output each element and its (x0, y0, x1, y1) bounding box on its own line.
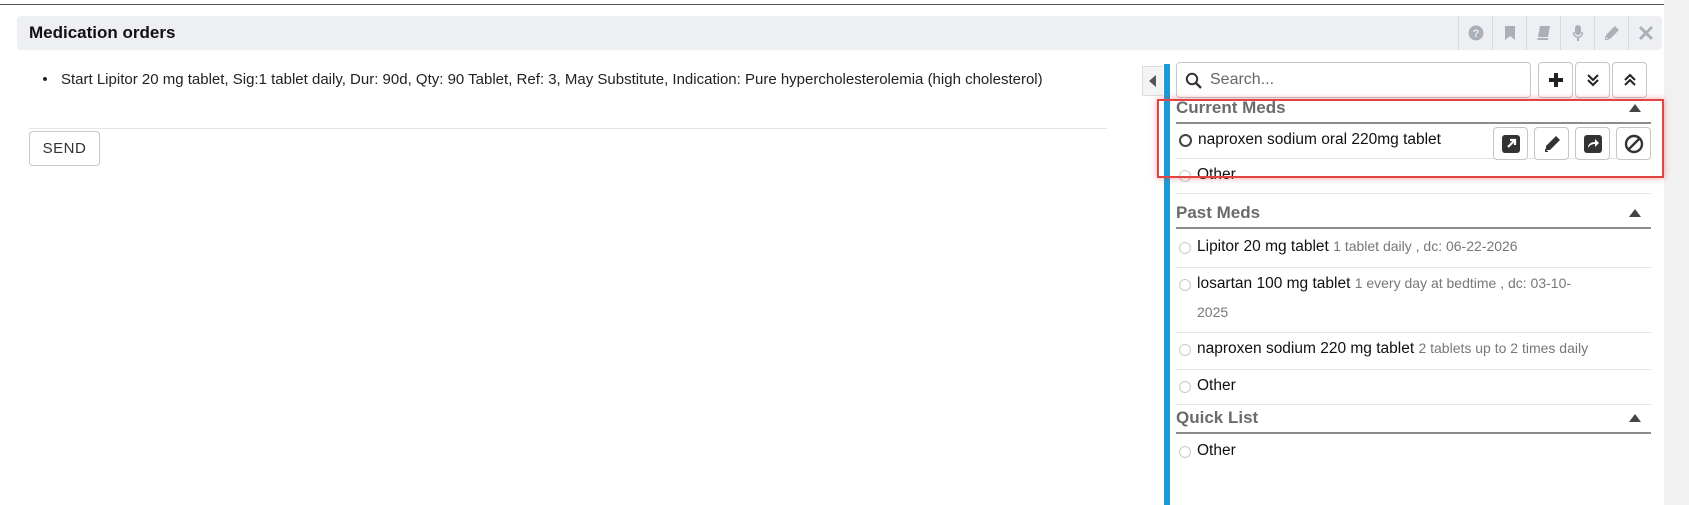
bullet: • (42, 71, 48, 88)
scrollbar-track[interactable] (1664, 0, 1689, 505)
renew-icon (1583, 134, 1602, 153)
section-title: Quick List (1176, 407, 1259, 427)
discontinue-button[interactable] (1616, 127, 1651, 160)
med-entry: losartan 100 mg tablet 1 every day at be… (1197, 269, 1597, 327)
radio-button[interactable] (1179, 170, 1191, 182)
past-med-row[interactable]: naproxen sodium 220 mg tablet 2 tablets … (1176, 334, 1651, 370)
past-med-row[interactable]: losartan 100 mg tablet 1 every day at be… (1176, 269, 1651, 333)
row-actions (1493, 127, 1651, 160)
other-label: Other (1197, 377, 1236, 394)
open-external-icon (1501, 134, 1520, 153)
med-name: naproxen sodium 220 mg tablet (1197, 340, 1415, 357)
top-rule (0, 4, 1689, 5)
radio-button[interactable] (1179, 446, 1191, 458)
past-med-row[interactable]: Lipitor 20 mg tablet 1 tablet daily , dc… (1176, 232, 1651, 268)
double-chevron-down-icon (1586, 74, 1599, 87)
caret-up-icon (1629, 103, 1641, 112)
current-med-row[interactable]: naproxen sodium oral 220mg tablet (1176, 125, 1651, 160)
caret-up-icon (1629, 208, 1641, 217)
book-icon[interactable] (1526, 16, 1560, 50)
open-external-button[interactable] (1493, 127, 1528, 160)
edit-button[interactable] (1534, 127, 1569, 160)
help-icon[interactable]: ? (1458, 16, 1492, 50)
discontinue-icon (1624, 134, 1643, 153)
med-name: naproxen sodium oral 220mg tablet (1198, 131, 1441, 148)
med-name: losartan 100 mg tablet (1197, 275, 1351, 292)
edit-icon (1544, 135, 1560, 152)
med-entry: naproxen sodium 220 mg tablet 2 tablets … (1197, 334, 1588, 363)
order-text: Start Lipitor 20 mg tablet, Sig:1 tablet… (61, 71, 1043, 88)
panel-header: Medication orders ? (17, 16, 1662, 50)
close-icon[interactable] (1628, 16, 1662, 50)
med-detail: 1 tablet daily , dc: 06-22-2026 (1333, 238, 1518, 254)
order-item: • Start Lipitor 20 mg tablet, Sig:1 tabl… (29, 66, 1107, 94)
panel-accent-bar (1164, 64, 1170, 505)
caret-up-icon (1629, 413, 1641, 422)
quick-other-row[interactable]: Other (1176, 436, 1651, 470)
radio-button[interactable] (1179, 279, 1191, 291)
send-button[interactable]: SEND (29, 131, 100, 166)
past-meds-header[interactable]: Past Meds (1176, 198, 1651, 229)
med-name: Lipitor 20 mg tablet (1197, 238, 1329, 255)
radio-button[interactable] (1179, 344, 1191, 356)
med-detail: 2 tablets up to 2 times daily (1418, 340, 1589, 356)
page-title: Medication orders (29, 23, 176, 42)
search-input[interactable] (1208, 70, 1512, 90)
header-toolbar: ? (1458, 16, 1662, 50)
radio-button[interactable] (1179, 381, 1191, 393)
pencil-icon[interactable] (1594, 16, 1628, 50)
other-label: Other (1197, 442, 1236, 459)
plus-icon (1548, 73, 1563, 87)
radio-button[interactable] (1179, 134, 1192, 147)
collapse-panel-button[interactable] (1142, 66, 1163, 96)
svg-text:?: ? (1472, 28, 1479, 40)
section-title: Past Meds (1176, 202, 1261, 222)
current-other-row[interactable]: Other (1176, 160, 1651, 194)
microphone-icon[interactable] (1560, 16, 1594, 50)
divider (29, 128, 1107, 129)
med-entry: Lipitor 20 mg tablet 1 tablet daily , dc… (1197, 232, 1518, 261)
double-chevron-up-icon (1623, 73, 1636, 86)
current-meds-header[interactable]: Current Meds (1176, 93, 1651, 124)
past-other-row[interactable]: Other (1176, 371, 1651, 405)
order-list: • Start Lipitor 20 mg tablet, Sig:1 tabl… (29, 66, 1107, 94)
renew-button[interactable] (1575, 127, 1610, 160)
caret-left-icon (1149, 75, 1156, 87)
section-title: Current Meds (1176, 97, 1286, 117)
bookmark-icon[interactable] (1492, 16, 1526, 50)
other-label: Other (1197, 166, 1236, 183)
quick-list-header[interactable]: Quick List (1176, 403, 1651, 434)
search-icon (1185, 72, 1202, 89)
radio-button[interactable] (1179, 242, 1191, 254)
